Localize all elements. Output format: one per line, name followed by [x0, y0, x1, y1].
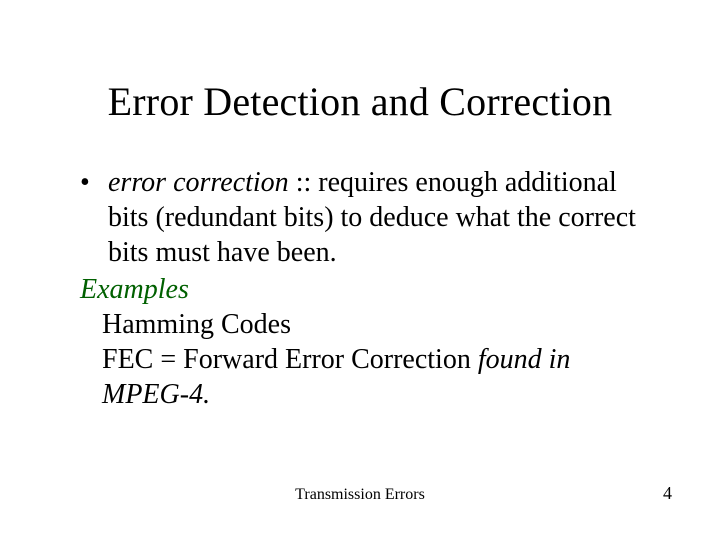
- example-line-2: FEC = Forward Error Correction found in …: [102, 342, 660, 412]
- slide: Error Detection and Correction • error c…: [0, 0, 720, 540]
- examples-label: Examples: [80, 272, 660, 307]
- page-number: 4: [663, 483, 672, 504]
- slide-body: • error correction :: requires enough ad…: [80, 165, 660, 412]
- bullet-glyph: •: [80, 165, 108, 270]
- example-line-1: Hamming Codes: [102, 307, 660, 342]
- bullet-item: • error correction :: requires enough ad…: [80, 165, 660, 270]
- bullet-sep: ::: [289, 167, 319, 198]
- slide-title: Error Detection and Correction: [0, 78, 720, 125]
- footer-title: Transmission Errors: [0, 486, 720, 504]
- bullet-text: error correction :: requires enough addi…: [108, 165, 660, 270]
- example-2-prefix: FEC = Forward Error Correction: [102, 344, 478, 375]
- bullet-term: error correction: [108, 167, 289, 198]
